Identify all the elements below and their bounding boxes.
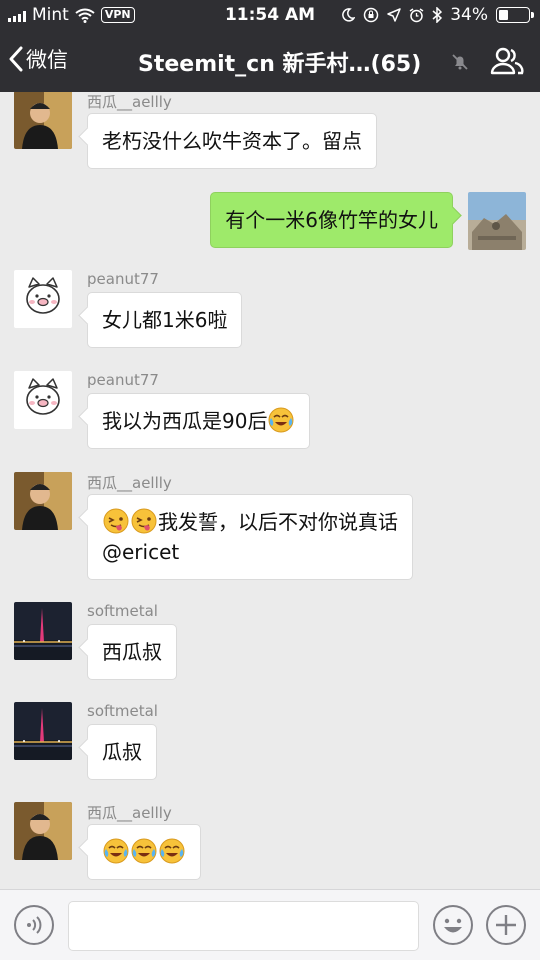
message-text: 有个一米6像竹竿的女儿 bbox=[225, 208, 438, 232]
sender-name: peanut77 bbox=[87, 270, 159, 288]
chevron-left-icon bbox=[9, 46, 23, 72]
message-item: softmetal 瓜叔 bbox=[0, 702, 540, 784]
message-list[interactable]: 西瓜__aellly 老朽没什么吹牛资本了。留点 有个一米6像竹竿的女儿 pea… bbox=[0, 92, 540, 889]
back-button[interactable]: 微信 bbox=[8, 44, 68, 74]
avatar-man-photo[interactable] bbox=[14, 472, 72, 530]
back-label: 微信 bbox=[26, 48, 68, 72]
avatar-landscape-photo[interactable] bbox=[468, 192, 526, 250]
message-text: 我发誓，以后不对你说真话 bbox=[158, 510, 398, 534]
message-bubble[interactable]: 女儿都1米6啦 bbox=[87, 292, 243, 348]
message-bubble[interactable]: 有个一米6像竹竿的女儿 bbox=[210, 192, 453, 248]
mention-text: @ericet bbox=[102, 540, 180, 564]
laugh-cry-emoji bbox=[159, 838, 185, 864]
laugh-cry-emoji bbox=[268, 407, 295, 433]
voice-input-button[interactable] bbox=[14, 905, 54, 945]
sender-name: 西瓜__aellly bbox=[87, 93, 172, 111]
message-bubble[interactable]: 西瓜叔 bbox=[87, 624, 177, 680]
avatar-man-photo[interactable] bbox=[14, 92, 72, 149]
sender-name: softmetal bbox=[87, 602, 158, 620]
message-bubble[interactable]: 我以为西瓜是90后 bbox=[87, 393, 311, 449]
message-item: 西瓜__aellly 我发誓，以后不对你说真话 @ericet bbox=[0, 472, 540, 584]
avatar-pig-cartoon[interactable] bbox=[14, 270, 72, 328]
avatar-tower-night-photo[interactable] bbox=[14, 602, 72, 660]
bluetooth-icon bbox=[432, 7, 443, 23]
message-bubble[interactable]: 老朽没什么吹牛资本了。留点 bbox=[87, 113, 377, 169]
message-text: 西瓜叔 bbox=[102, 640, 162, 664]
status-bar: Mint VPN 11:54 AM 34% bbox=[0, 0, 540, 30]
message-bubble[interactable] bbox=[87, 824, 201, 880]
sender-name: softmetal bbox=[87, 702, 158, 720]
message-bubble[interactable]: 瓜叔 bbox=[87, 724, 157, 780]
plus-icon bbox=[496, 915, 516, 935]
sender-name: 西瓜__aellly bbox=[87, 804, 172, 822]
moon-icon bbox=[342, 8, 356, 22]
navigation-bar: 微信 Steemit_cn 新手村…(65) bbox=[0, 30, 540, 92]
group-members-icon[interactable] bbox=[490, 47, 524, 75]
message-item: peanut77 女儿都1米6啦 bbox=[0, 270, 540, 352]
more-actions-button[interactable] bbox=[486, 905, 526, 945]
message-item: 西瓜__aellly 老朽没什么吹牛资本了。留点 bbox=[0, 92, 540, 173]
message-text: 老朽没什么吹牛资本了。留点 bbox=[102, 129, 362, 153]
message-item: softmetal 西瓜叔 bbox=[0, 602, 540, 684]
avatar-man-photo[interactable] bbox=[14, 802, 72, 860]
laugh-cry-emoji bbox=[131, 838, 157, 864]
battery-icon bbox=[496, 7, 534, 23]
avatar-pig-cartoon[interactable] bbox=[14, 371, 72, 429]
location-arrow-icon bbox=[387, 8, 401, 22]
tongue-emoji bbox=[103, 508, 129, 534]
bell-off-icon bbox=[452, 54, 468, 70]
message-item: peanut77 我以为西瓜是90后 bbox=[0, 371, 540, 453]
message-item: 有个一米6像竹竿的女儿 bbox=[0, 192, 540, 252]
message-item: 西瓜__aellly bbox=[0, 802, 540, 884]
message-text: 我以为西瓜是90后 bbox=[102, 409, 268, 433]
laugh-cry-emoji bbox=[103, 838, 129, 864]
message-text: 女儿都1米6啦 bbox=[102, 308, 228, 332]
avatar-tower-night-photo[interactable] bbox=[14, 702, 72, 760]
voice-icon bbox=[27, 916, 42, 934]
status-right: 34% bbox=[341, 5, 534, 25]
message-input[interactable] bbox=[68, 901, 419, 951]
rotation-lock-icon bbox=[363, 7, 379, 23]
message-bubble[interactable]: 我发誓，以后不对你说真话 @ericet bbox=[87, 494, 413, 580]
alarm-icon bbox=[409, 7, 424, 22]
sender-name: peanut77 bbox=[87, 371, 159, 389]
emoji-button[interactable] bbox=[433, 905, 473, 945]
smiley-icon bbox=[444, 918, 462, 933]
message-text: 瓜叔 bbox=[102, 740, 142, 764]
sender-name: 西瓜__aellly bbox=[87, 474, 172, 492]
chat-title: Steemit_cn 新手村…(65) bbox=[138, 52, 422, 77]
input-toolbar bbox=[0, 889, 540, 960]
tongue-emoji bbox=[131, 508, 157, 534]
wechat-group-chat-screen: Mint VPN 11:54 AM 34% 微信 Steemit_cn 新手村… bbox=[0, 0, 540, 960]
battery-percent: 34% bbox=[450, 5, 488, 25]
